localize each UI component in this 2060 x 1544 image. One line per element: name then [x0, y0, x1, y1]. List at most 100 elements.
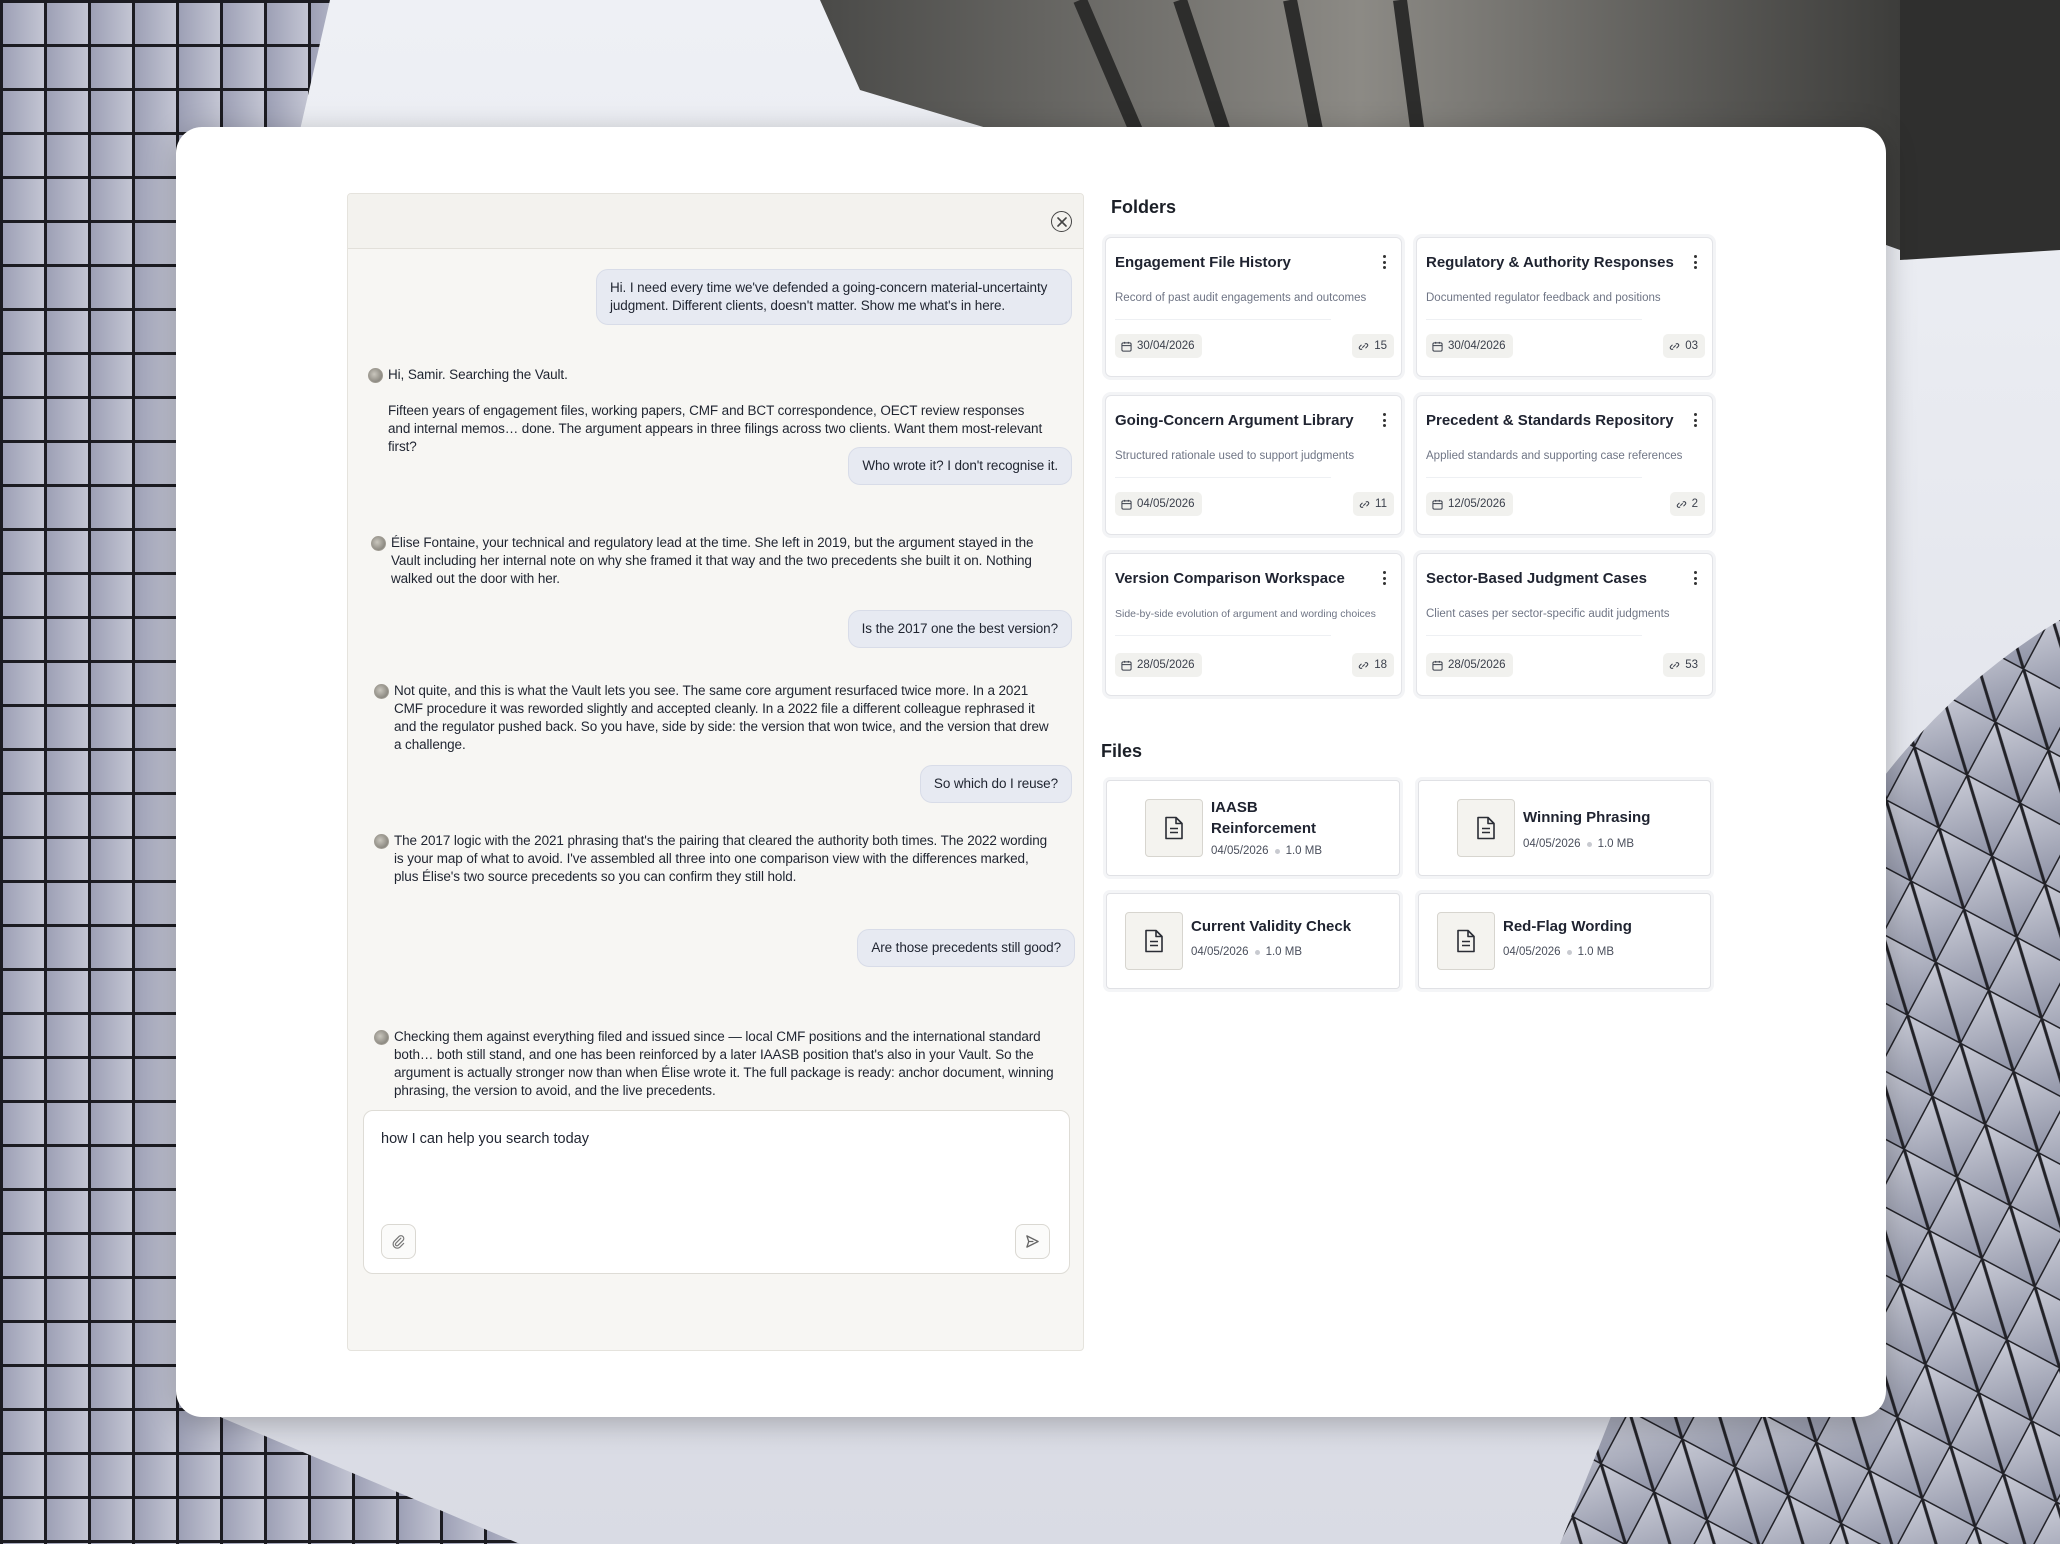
- file-card[interactable]: Winning Phrasing 04/05/2026 1.0 MB: [1418, 780, 1711, 876]
- divider: [1115, 477, 1331, 478]
- close-button[interactable]: [1051, 211, 1072, 232]
- file-meta: 04/05/2026 1.0 MB: [1523, 838, 1634, 850]
- file-thumbnail: [1145, 799, 1203, 857]
- file-card[interactable]: IAASB Reinforcement 04/05/2026 1.0 MB: [1106, 780, 1400, 876]
- folder-link-count-badge: 2: [1669, 492, 1705, 516]
- user-message: Who wrote it? I don't recognise it.: [848, 447, 1072, 485]
- more-options-icon[interactable]: [1690, 253, 1700, 271]
- assistant-avatar: [371, 536, 386, 551]
- send-icon: [1026, 1235, 1039, 1248]
- assistant-message: Hi, Samir. Searching the Vault. Fifteen …: [368, 366, 1048, 456]
- folder-title: Regulatory & Authority Responses: [1426, 254, 1674, 271]
- calendar-icon: [1121, 660, 1132, 671]
- assistant-text: The 2017 logic with the 2021 phrasing th…: [394, 833, 1048, 884]
- chat-composer: [363, 1110, 1070, 1274]
- document-icon: [1457, 929, 1475, 953]
- paperclip-icon: [392, 1235, 405, 1249]
- link-icon: [1669, 661, 1680, 669]
- folder-link-count: 15: [1374, 340, 1387, 352]
- folder-description: Documented regulator feedback and positi…: [1426, 292, 1661, 304]
- folder-card[interactable]: Sector-Based Judgment Cases Client cases …: [1416, 553, 1713, 696]
- folder-date-badge: 04/05/2026: [1115, 492, 1202, 516]
- link-icon: [1358, 661, 1369, 669]
- folder-link-count-badge: 03: [1663, 334, 1705, 358]
- file-meta: 04/05/2026 1.0 MB: [1191, 946, 1302, 958]
- folder-link-count: 11: [1375, 498, 1387, 510]
- file-name: IAASB Reinforcement: [1211, 799, 1317, 837]
- calendar-icon: [1432, 660, 1443, 671]
- folder-link-count-badge: 53: [1663, 653, 1705, 677]
- assistant-message: The 2017 logic with the 2021 phrasing th…: [374, 832, 1054, 886]
- folder-date-badge: 30/04/2026: [1426, 334, 1513, 358]
- chat-input[interactable]: [381, 1131, 1041, 1201]
- folder-link-count: 18: [1374, 659, 1387, 671]
- folder-link-count-badge: 15: [1352, 334, 1394, 358]
- assistant-text: Checking them against everything filed a…: [394, 1029, 1054, 1098]
- folder-card[interactable]: Going-Concern Argument Library Structured…: [1105, 395, 1402, 535]
- folder-date: 28/05/2026: [1137, 659, 1195, 671]
- folder-link-count: 03: [1685, 340, 1698, 352]
- divider: [1115, 319, 1331, 320]
- folder-description: Record of past audit engagements and out…: [1115, 292, 1367, 304]
- link-icon: [1359, 500, 1370, 508]
- chat-panel: Hi. I need every time we've defended a g…: [347, 193, 1084, 1351]
- folder-card[interactable]: Version Comparison Workspace Side-by-side…: [1105, 553, 1402, 696]
- folder-date: 28/05/2026: [1448, 659, 1506, 671]
- file-name: Current Validity Check: [1191, 918, 1352, 935]
- folder-date-badge: 30/04/2026: [1115, 334, 1202, 358]
- send-button[interactable]: [1015, 1224, 1050, 1259]
- calendar-icon: [1432, 499, 1443, 510]
- assistant-avatar: [368, 368, 383, 383]
- user-message: Is the 2017 one the best version?: [847, 610, 1072, 648]
- folder-date: 30/04/2026: [1448, 340, 1506, 352]
- folder-card[interactable]: Regulatory & Authority Responses Document…: [1416, 237, 1713, 377]
- assistant-avatar: [374, 1030, 389, 1045]
- more-options-icon[interactable]: [1379, 253, 1389, 271]
- folder-title: Engagement File History: [1115, 254, 1291, 271]
- divider: [1426, 319, 1642, 320]
- assistant-message: Not quite, and this is what the Vault le…: [374, 682, 1054, 754]
- folder-title: Sector-Based Judgment Cases: [1426, 570, 1647, 587]
- calendar-icon: [1121, 341, 1132, 352]
- more-options-icon[interactable]: [1379, 411, 1389, 429]
- assistant-text: Élise Fontaine, your technical and regul…: [391, 535, 1034, 586]
- folder-link-count-badge: 18: [1352, 653, 1394, 677]
- divider: [1115, 635, 1331, 636]
- more-options-icon[interactable]: [1379, 569, 1389, 587]
- folder-link-count: 53: [1685, 659, 1698, 671]
- assistant-message: Checking them against everything filed a…: [374, 1028, 1054, 1100]
- folder-date: 30/04/2026: [1137, 340, 1195, 352]
- folder-title: Going-Concern Argument Library: [1115, 412, 1354, 429]
- more-options-icon[interactable]: [1690, 569, 1700, 587]
- close-icon: [1056, 216, 1067, 227]
- folder-date: 04/05/2026: [1137, 498, 1195, 510]
- link-icon: [1358, 342, 1369, 350]
- folder-description: Applied standards and supporting case re…: [1426, 450, 1683, 462]
- folder-card[interactable]: Engagement File History Record of past au…: [1105, 237, 1402, 377]
- file-card[interactable]: Red-Flag Wording 04/05/2026 1.0 MB: [1418, 893, 1711, 989]
- link-icon: [1676, 500, 1686, 508]
- file-card[interactable]: Current Validity Check 04/05/2026 1.0 MB: [1106, 893, 1400, 989]
- assistant-text: Hi, Samir. Searching the Vault.: [388, 367, 568, 382]
- link-icon: [1669, 342, 1680, 350]
- folder-description: Client cases per sector-specific audit j…: [1426, 608, 1670, 620]
- file-size: 1.0 MB: [1265, 946, 1302, 958]
- folder-link-count: 2: [1691, 498, 1698, 510]
- divider: [1426, 477, 1642, 478]
- file-thumbnail: [1125, 912, 1183, 970]
- folder-title: Version Comparison Workspace: [1115, 570, 1345, 587]
- attach-button[interactable]: [381, 1224, 416, 1259]
- message-list[interactable]: Hi. I need every time we've defended a g…: [348, 249, 1083, 1119]
- chat-header: [348, 194, 1083, 249]
- file-meta: 04/05/2026 1.0 MB: [1503, 946, 1614, 958]
- folder-card[interactable]: Precedent & Standards Repository Applied …: [1416, 395, 1713, 535]
- folder-link-count-badge: 11: [1353, 492, 1394, 516]
- assistant-message: Élise Fontaine, your technical and regul…: [371, 534, 1051, 588]
- folder-title: Precedent & Standards Repository: [1426, 412, 1674, 429]
- folder-description: Structured rationale used to support jud…: [1115, 450, 1355, 462]
- main-card: Hi. I need every time we've defended a g…: [176, 127, 1886, 1417]
- folder-date-badge: 28/05/2026: [1115, 653, 1202, 677]
- folder-description: Side-by-side evolution of argument and w…: [1115, 608, 1376, 620]
- more-options-icon[interactable]: [1690, 411, 1700, 429]
- file-date: 04/05/2026: [1211, 845, 1269, 857]
